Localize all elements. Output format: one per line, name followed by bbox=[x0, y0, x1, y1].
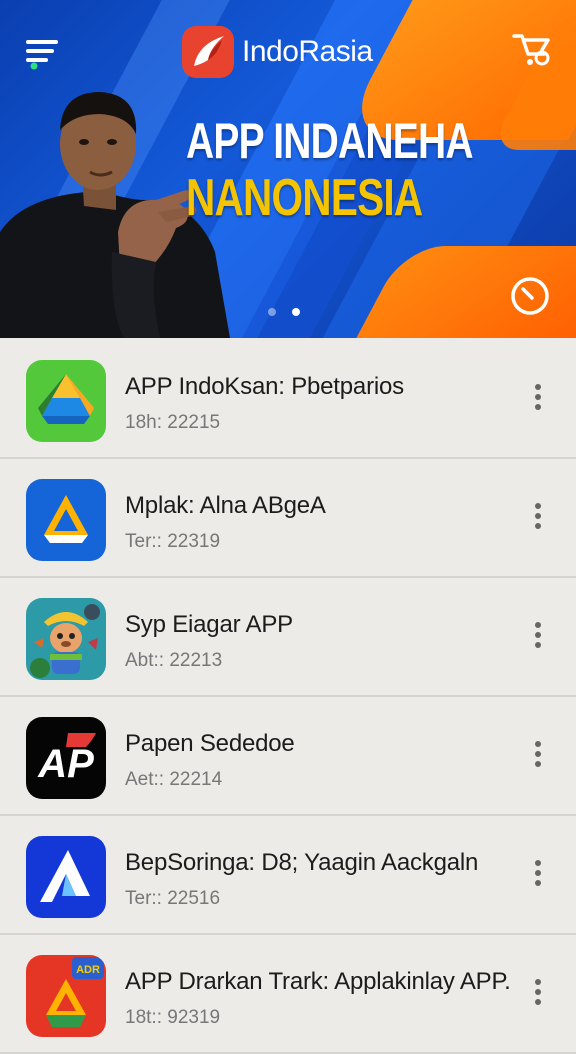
drive-green-icon bbox=[26, 360, 106, 442]
arrow-blue-icon bbox=[26, 836, 106, 918]
ap-logo-icon: AP bbox=[26, 717, 106, 799]
app-subtitle: 18h: 22215 bbox=[125, 412, 221, 433]
hero-title-line2: NANONESIA bbox=[186, 169, 423, 227]
cart-icon[interactable] bbox=[512, 32, 552, 68]
app-title: Papen Sededoe bbox=[125, 730, 295, 757]
more-options-icon[interactable] bbox=[530, 979, 546, 1009]
app-title: Syp Eiagar APP bbox=[125, 611, 293, 638]
hero-title-line1: APP INDANEHA bbox=[186, 113, 474, 169]
app-title: APP Drarkan Trark: Applakinlay APP. bbox=[125, 968, 511, 995]
app-title: BepSoringa: D8; Yaagin Aackgaln bbox=[125, 849, 479, 876]
drive-blue-icon bbox=[26, 479, 106, 561]
more-options-icon[interactable] bbox=[530, 503, 546, 533]
list-item[interactable]: APP IndoKsan: Pbetparios 18h: 22215 bbox=[0, 340, 576, 459]
more-options-icon[interactable] bbox=[530, 622, 546, 652]
app-title: Mplak: Alna ABgeA bbox=[125, 492, 326, 519]
carousel-dot[interactable] bbox=[268, 308, 276, 316]
list-item[interactable]: Syp Eiagar APP Abt:: 22213 bbox=[0, 578, 576, 697]
drive-red-icon: ADR bbox=[26, 955, 106, 1037]
brand-logo-icon bbox=[182, 26, 234, 78]
brand: IndoRasia bbox=[180, 24, 373, 80]
svg-text:AP: AP bbox=[37, 742, 94, 786]
app-subtitle: Abt:: 22213 bbox=[125, 650, 223, 671]
list-item[interactable]: Mplak: Alna ABgeA Ter:: 22319 bbox=[0, 459, 576, 578]
timer-icon[interactable] bbox=[510, 276, 550, 316]
list-item[interactable]: ADR APP Drarkan Trark: Applakinlay APP. … bbox=[0, 935, 576, 1054]
app-subtitle: Ter:: 22516 bbox=[125, 888, 221, 909]
more-options-icon[interactable] bbox=[530, 860, 546, 890]
hero-banner[interactable]: IndoRasia APP INDANEHA NANONESIA bbox=[0, 0, 576, 338]
more-options-icon[interactable] bbox=[530, 741, 546, 771]
app-title: APP IndoKsan: Pbetparios bbox=[125, 373, 404, 400]
menu-icon[interactable] bbox=[24, 38, 62, 70]
app-subtitle: 18t:: 92319 bbox=[125, 1007, 221, 1028]
list-item[interactable]: BepSoringa: D8; Yaagin Aackgaln Ter:: 22… bbox=[0, 816, 576, 935]
svg-text:ADR: ADR bbox=[76, 964, 100, 976]
brand-name: IndoRasia bbox=[242, 35, 373, 68]
carousel-indicator[interactable] bbox=[268, 308, 300, 316]
list-item[interactable]: AP Papen Sededoe Aet:: 22214 bbox=[0, 697, 576, 816]
carousel-dot-active[interactable] bbox=[292, 308, 300, 316]
app-list: APP IndoKsan: Pbetparios 18h: 22215 Mpla… bbox=[0, 340, 576, 1054]
more-options-icon[interactable] bbox=[530, 384, 546, 414]
app-subtitle: Ter:: 22319 bbox=[125, 531, 221, 552]
cartoon-game-icon bbox=[26, 598, 106, 680]
app-subtitle: Aet:: 22214 bbox=[125, 769, 223, 790]
